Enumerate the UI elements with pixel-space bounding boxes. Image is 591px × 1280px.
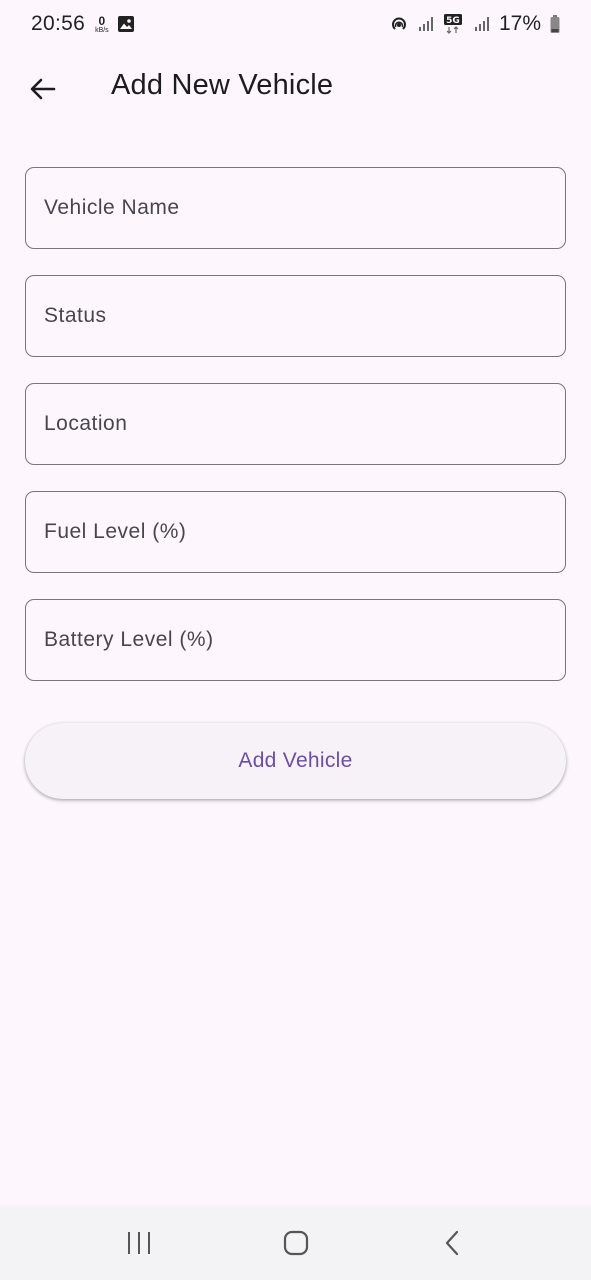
battery-percent: 17% (498, 12, 541, 35)
fuel-level-input[interactable] (26, 492, 565, 572)
fuel-level-field[interactable] (25, 491, 566, 573)
system-nav-bar (0, 1206, 591, 1280)
vehicle-name-input[interactable] (26, 168, 565, 248)
status-field[interactable] (25, 275, 566, 357)
image-icon (117, 15, 135, 33)
recents-button[interactable] (109, 1213, 169, 1273)
status-bar: 20:56 0 kB/s 5G 17% (0, 0, 591, 48)
location-input[interactable] (26, 384, 565, 464)
battery-icon (549, 14, 561, 34)
app-bar: Add New Vehicle (0, 56, 591, 120)
svg-text:5G: 5G (446, 16, 460, 26)
location-field[interactable] (25, 383, 566, 465)
back-button[interactable] (18, 64, 68, 114)
status-bar-left: 20:56 0 kB/s (31, 12, 135, 36)
battery-level-input[interactable] (26, 600, 565, 680)
5g-icon: 5G (443, 13, 465, 35)
status-time: 20:56 (31, 12, 86, 35)
recents-icon (125, 1230, 153, 1256)
back-icon (439, 1229, 467, 1257)
net-speed: 0 kB/s (95, 15, 109, 34)
hotspot-icon (389, 14, 409, 34)
status-input[interactable] (26, 276, 565, 356)
vehicle-name-field[interactable] (25, 167, 566, 249)
nav-back-button[interactable] (423, 1213, 483, 1273)
add-vehicle-button[interactable]: Add Vehicle (25, 723, 566, 799)
net-speed-value: 0 (98, 13, 106, 28)
arrow-back-icon (29, 75, 57, 103)
signal-icon (473, 15, 491, 33)
home-icon (282, 1229, 310, 1257)
battery-level-field[interactable] (25, 599, 566, 681)
net-speed-unit: kB/s (95, 26, 109, 34)
page-title: Add New Vehicle (111, 69, 334, 101)
status-bar-right: 5G 17% (389, 12, 561, 36)
home-button[interactable] (266, 1213, 326, 1273)
add-vehicle-form (25, 167, 566, 707)
signal-icon (417, 15, 435, 33)
